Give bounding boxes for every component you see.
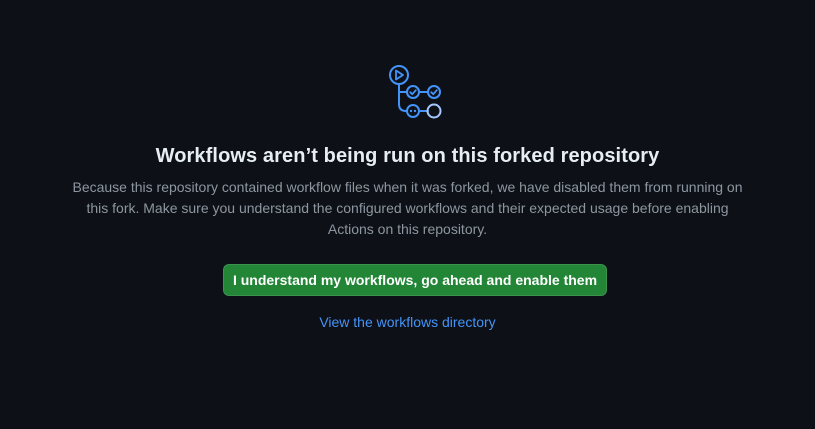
workflow-icon bbox=[384, 62, 448, 122]
blankslate-title: Workflows aren’t being run on this forke… bbox=[155, 145, 660, 167]
enable-workflows-button[interactable]: I understand my workflows, go ahead and … bbox=[223, 264, 607, 296]
blankslate-description: Because this repository contained workfl… bbox=[72, 179, 743, 237]
view-workflows-directory-link[interactable]: View the workflows directory bbox=[0, 314, 815, 330]
